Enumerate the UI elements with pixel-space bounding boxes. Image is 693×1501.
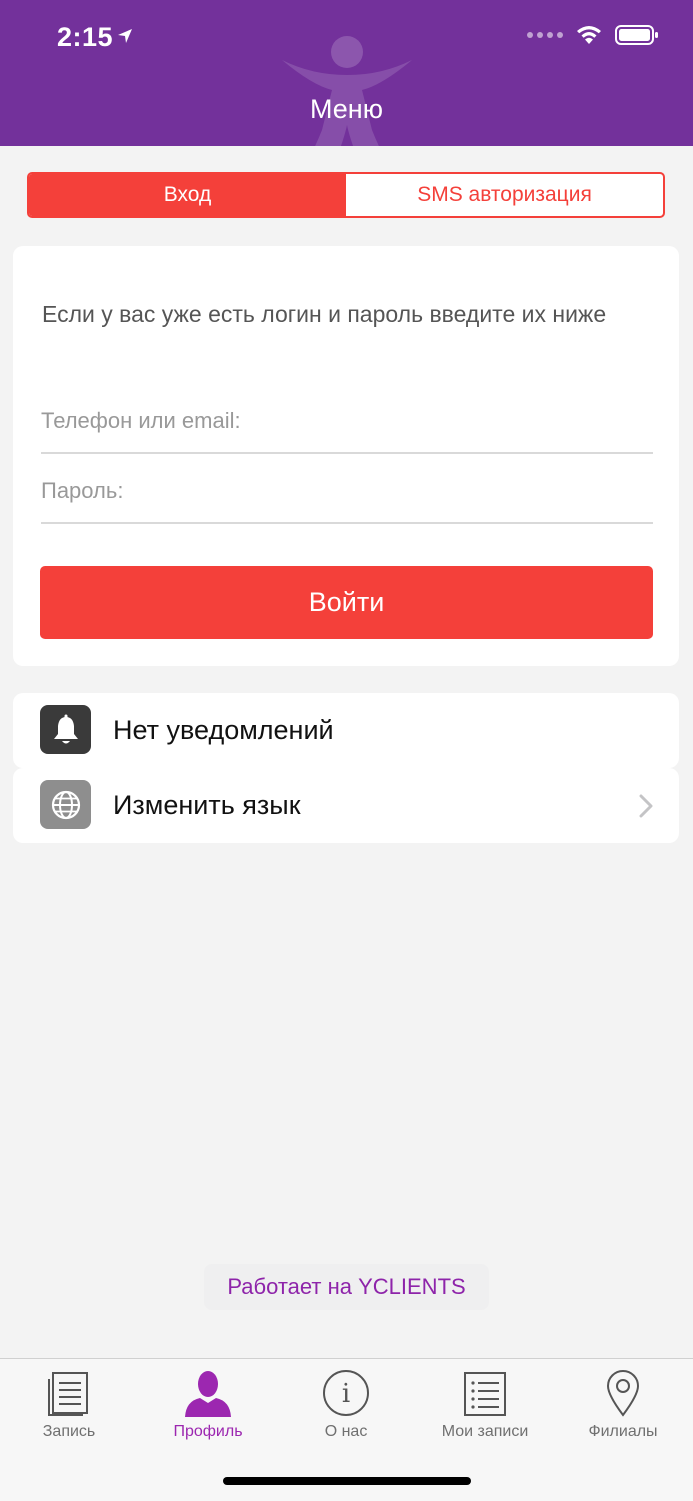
login-button[interactable]: Войти (40, 566, 653, 639)
battery-icon (615, 25, 658, 45)
tab-my-bookings[interactable]: Мои записи (425, 1367, 545, 1441)
auth-mode-segment: Вход SMS авторизация (27, 172, 665, 218)
tab-booking-label: Запись (42, 1423, 96, 1440)
page-title: Меню (310, 94, 383, 124)
globe-icon (40, 780, 91, 829)
change-language-row[interactable]: Изменить язык (13, 768, 679, 843)
notifications-row[interactable]: Нет уведомлений (13, 693, 679, 768)
tab-booking[interactable]: Запись (9, 1367, 129, 1441)
login-intro-text: Если у вас уже есть логин и пароль введи… (42, 301, 607, 327)
status-indicators (527, 24, 659, 46)
list-icon (464, 1372, 506, 1416)
tab-about[interactable]: i О нас (286, 1367, 406, 1441)
change-language-label: Изменить язык (113, 790, 301, 820)
phone-email-input[interactable] (41, 406, 653, 436)
signal-dots-icon (527, 32, 563, 38)
header-bar: 2:15 Меню (0, 0, 693, 146)
tab-branches[interactable]: Филиалы (563, 1367, 683, 1441)
wifi-icon (577, 26, 601, 44)
location-arrow-icon (118, 29, 132, 43)
tab-profile-label: Профиль (173, 1423, 243, 1440)
person-icon (185, 1371, 231, 1417)
info-icon: i (323, 1370, 369, 1416)
status-time: 2:15 (57, 22, 114, 52)
password-input[interactable] (41, 476, 653, 506)
tab-about-label: О нас (324, 1423, 368, 1440)
chevron-right-icon (639, 794, 653, 818)
powered-by-link[interactable]: Работает на YCLIENTS (204, 1264, 489, 1310)
phone-email-field (41, 384, 653, 454)
tab-sms-auth[interactable]: SMS авторизация (346, 174, 663, 216)
login-card: Если у вас уже есть логин и пароль введи… (13, 246, 679, 666)
password-field (41, 454, 653, 524)
svg-text:i: i (342, 1379, 350, 1409)
home-indicator (223, 1477, 471, 1485)
tab-profile[interactable]: Профиль (148, 1367, 268, 1441)
map-pin-icon (606, 1370, 640, 1417)
tab-login[interactable]: Вход (29, 174, 346, 216)
notifications-label: Нет уведомлений (113, 715, 334, 745)
document-icon (48, 1372, 88, 1416)
tab-my-bookings-label: Мои записи (441, 1423, 529, 1440)
bell-icon (40, 705, 91, 754)
brand-logo-icon (282, 36, 412, 146)
tab-branches-label: Филиалы (588, 1423, 658, 1440)
